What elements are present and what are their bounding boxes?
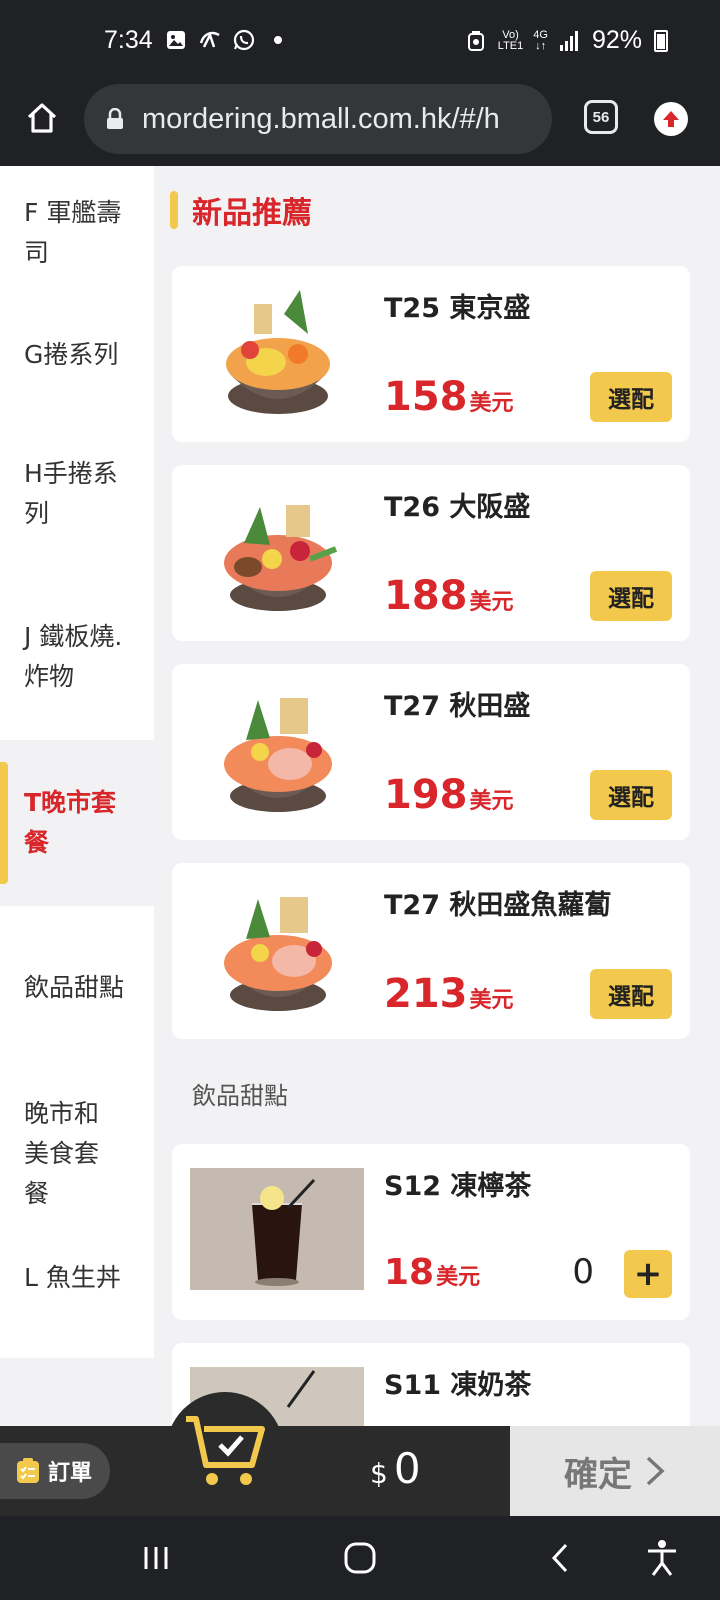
product-card[interactable]: T27 秋田盛 198 美元 選配 — [172, 664, 690, 840]
cart-bar: 訂單 $0 確定 — [0, 1392, 720, 1516]
confirm-button[interactable]: 確定 — [510, 1426, 720, 1516]
browser-toolbar: mordering.bmall.com.hk/#/h 56 — [0, 84, 720, 166]
select-button[interactable]: 選配 — [590, 372, 672, 422]
status-time: 7:34 — [104, 26, 153, 54]
product-image — [224, 505, 338, 611]
product-price: 18 美元 — [384, 1252, 481, 1293]
sidebar-item-l[interactable]: L 魚生丼 — [0, 1238, 154, 1358]
update-button[interactable] — [654, 102, 688, 136]
back-icon — [551, 1543, 568, 1573]
back-button[interactable] — [538, 1536, 582, 1580]
product-price: 198 美元 — [384, 772, 514, 818]
sidebar-item-t[interactable]: T晚市套餐 — [0, 740, 154, 906]
product-card[interactable]: T25 東京盛 158 美元 選配 — [172, 266, 690, 442]
orders-label: 訂單 — [48, 1461, 93, 1486]
system-nav-bar — [0, 1516, 720, 1600]
page-content: F 軍艦壽司 G捲系列 H手捲系列 J 鐵板燒.炸物 T晚市套餐 飲品甜點 晚市… — [0, 166, 720, 1426]
sidebar-item-g[interactable]: G捲系列 — [0, 296, 154, 414]
recent-apps-button[interactable] — [134, 1536, 178, 1580]
select-button[interactable]: 選配 — [590, 571, 672, 621]
select-button[interactable]: 選配 — [590, 770, 672, 820]
product-price: 213 美元 — [384, 971, 514, 1017]
orders-button[interactable]: 訂單 — [0, 1443, 110, 1499]
home-nav-button[interactable] — [338, 1536, 382, 1580]
url-text: mordering.bmall.com.hk/#/h — [142, 102, 500, 135]
network-type: 4G ↓↑ — [533, 28, 548, 52]
cart-button[interactable] — [166, 1392, 284, 1510]
home-circle-icon — [344, 1542, 376, 1574]
quantity-value: 0 — [572, 1252, 594, 1292]
product-image — [226, 290, 330, 414]
product-image — [224, 698, 332, 812]
dot-icon — [266, 28, 290, 52]
notification-icons — [164, 28, 290, 52]
section-title: 新品推薦 — [192, 196, 312, 231]
home-button[interactable] — [20, 96, 64, 140]
vpn-icon — [464, 29, 488, 53]
address-bar[interactable]: mordering.bmall.com.hk/#/h — [84, 84, 552, 154]
system-status: Vo) LTE1 4G ↓↑ 92% — [464, 26, 668, 55]
product-price: 158 美元 — [384, 374, 514, 420]
product-image — [190, 1168, 364, 1290]
tab-switcher-button[interactable]: 56 — [584, 100, 618, 134]
product-name: S12 凍檸茶 — [384, 1171, 532, 1202]
accessibility-icon — [648, 1540, 676, 1576]
product-card[interactable]: T27 秋田盛魚蘿蔔 213 美元 選配 — [172, 863, 690, 1039]
sidebar-item-dinner-set[interactable]: 晚市和美食套餐 — [0, 1070, 154, 1238]
product-name: T27 秋田盛魚蘿蔔 — [384, 890, 612, 921]
clipboard-icon — [17, 1458, 39, 1483]
sidebar-item-j[interactable]: J 鐵板燒.炸物 — [0, 574, 154, 740]
lock-icon — [106, 108, 124, 130]
battery-icon — [654, 29, 668, 52]
product-price: 188 美元 — [384, 573, 514, 619]
section-title-drinks: 飲品甜點 — [192, 1082, 288, 1110]
cart-icon — [186, 1416, 265, 1485]
category-sidebar: F 軍艦壽司 G捲系列 H手捲系列 J 鐵板燒.炸物 T晚市套餐 飲品甜點 晚市… — [0, 166, 154, 1426]
section-accent — [170, 191, 178, 229]
select-button[interactable]: 選配 — [590, 969, 672, 1019]
cart-total: $0 — [370, 1444, 421, 1493]
product-list: 新品推薦 T25 東京盛 158 美元 選配 T26 大阪盛 188 美元 選配… — [154, 166, 720, 1426]
product-name: S11 凍奶茶 — [384, 1370, 532, 1401]
product-card[interactable]: T26 大阪盛 188 美元 選配 — [172, 465, 690, 641]
sidebar-item-f[interactable]: F 軍艦壽司 — [0, 166, 154, 296]
signal-icon — [558, 29, 582, 53]
product-image — [224, 897, 332, 1011]
chevron-right-icon — [646, 1456, 665, 1486]
sidebar-item-h[interactable]: H手捲系列 — [0, 414, 154, 574]
volte-indicator: Vo) LTE1 — [497, 28, 524, 52]
product-name: T25 東京盛 — [384, 293, 531, 324]
status-bar: 7:34 Vo) LTE1 4G ↓↑ 92% — [0, 0, 720, 84]
sidebar-item-drinks[interactable]: 飲品甜點 — [0, 906, 154, 1070]
add-button[interactable]: + — [624, 1250, 672, 1298]
gallery-icon — [164, 28, 188, 52]
whatsapp-icon — [232, 28, 256, 52]
product-name: T27 秋田盛 — [384, 691, 531, 722]
recents-icon — [144, 1547, 168, 1569]
arrow-up-icon — [663, 111, 679, 127]
section-header: 新品推薦 — [170, 188, 312, 232]
product-name: T26 大阪盛 — [384, 492, 531, 523]
home-icon — [27, 103, 57, 133]
news-icon — [198, 28, 222, 52]
battery-percent: 92% — [591, 26, 642, 54]
sidebar-group: F 軍艦壽司 G捲系列 H手捲系列 J 鐵板燒.炸物 — [0, 166, 154, 740]
accessibility-button[interactable] — [640, 1536, 684, 1580]
product-card[interactable]: S12 凍檸茶 18 美元 0 + — [172, 1144, 690, 1320]
